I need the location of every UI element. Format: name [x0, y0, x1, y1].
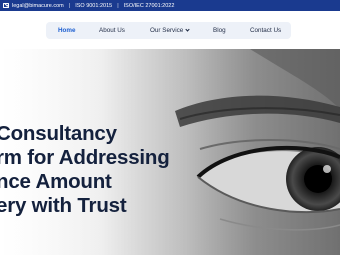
iso-9001-label: ISO 9001:2015	[75, 2, 113, 9]
top-info-bar: legal@bimacure.com | ISO 9001:2015 | ISO…	[0, 0, 340, 11]
nav-item-about-us[interactable]: About Us	[99, 22, 125, 39]
mail-icon	[3, 3, 9, 8]
nav-item-contact-us[interactable]: Contact Us	[250, 22, 281, 39]
nav-item-blog[interactable]: Blog	[213, 22, 226, 39]
headline-line: nce Amount	[0, 170, 112, 193]
chevron-down-icon	[185, 27, 190, 32]
hero-headline: Consultancy rm for Addressing nce Amount…	[0, 122, 196, 218]
iso-27001-label: ISO/IEC 27001:2022	[123, 2, 175, 9]
header: Home About Us Our Service Blog Contact U…	[0, 11, 340, 49]
headline-line: rm for Addressing	[0, 146, 170, 169]
nav-item-label: Our Service	[150, 27, 184, 34]
divider: |	[68, 2, 71, 9]
headline-line: ery with Trust	[0, 194, 127, 217]
headline-line: Consultancy	[0, 122, 117, 145]
nav-item-home[interactable]: Home	[58, 22, 76, 39]
main-navigation: Home About Us Our Service Blog Contact U…	[46, 22, 291, 39]
contact-email[interactable]: legal@bimacure.com	[12, 3, 64, 9]
nav-item-our-service[interactable]: Our Service	[150, 22, 190, 39]
divider: |	[117, 2, 119, 9]
